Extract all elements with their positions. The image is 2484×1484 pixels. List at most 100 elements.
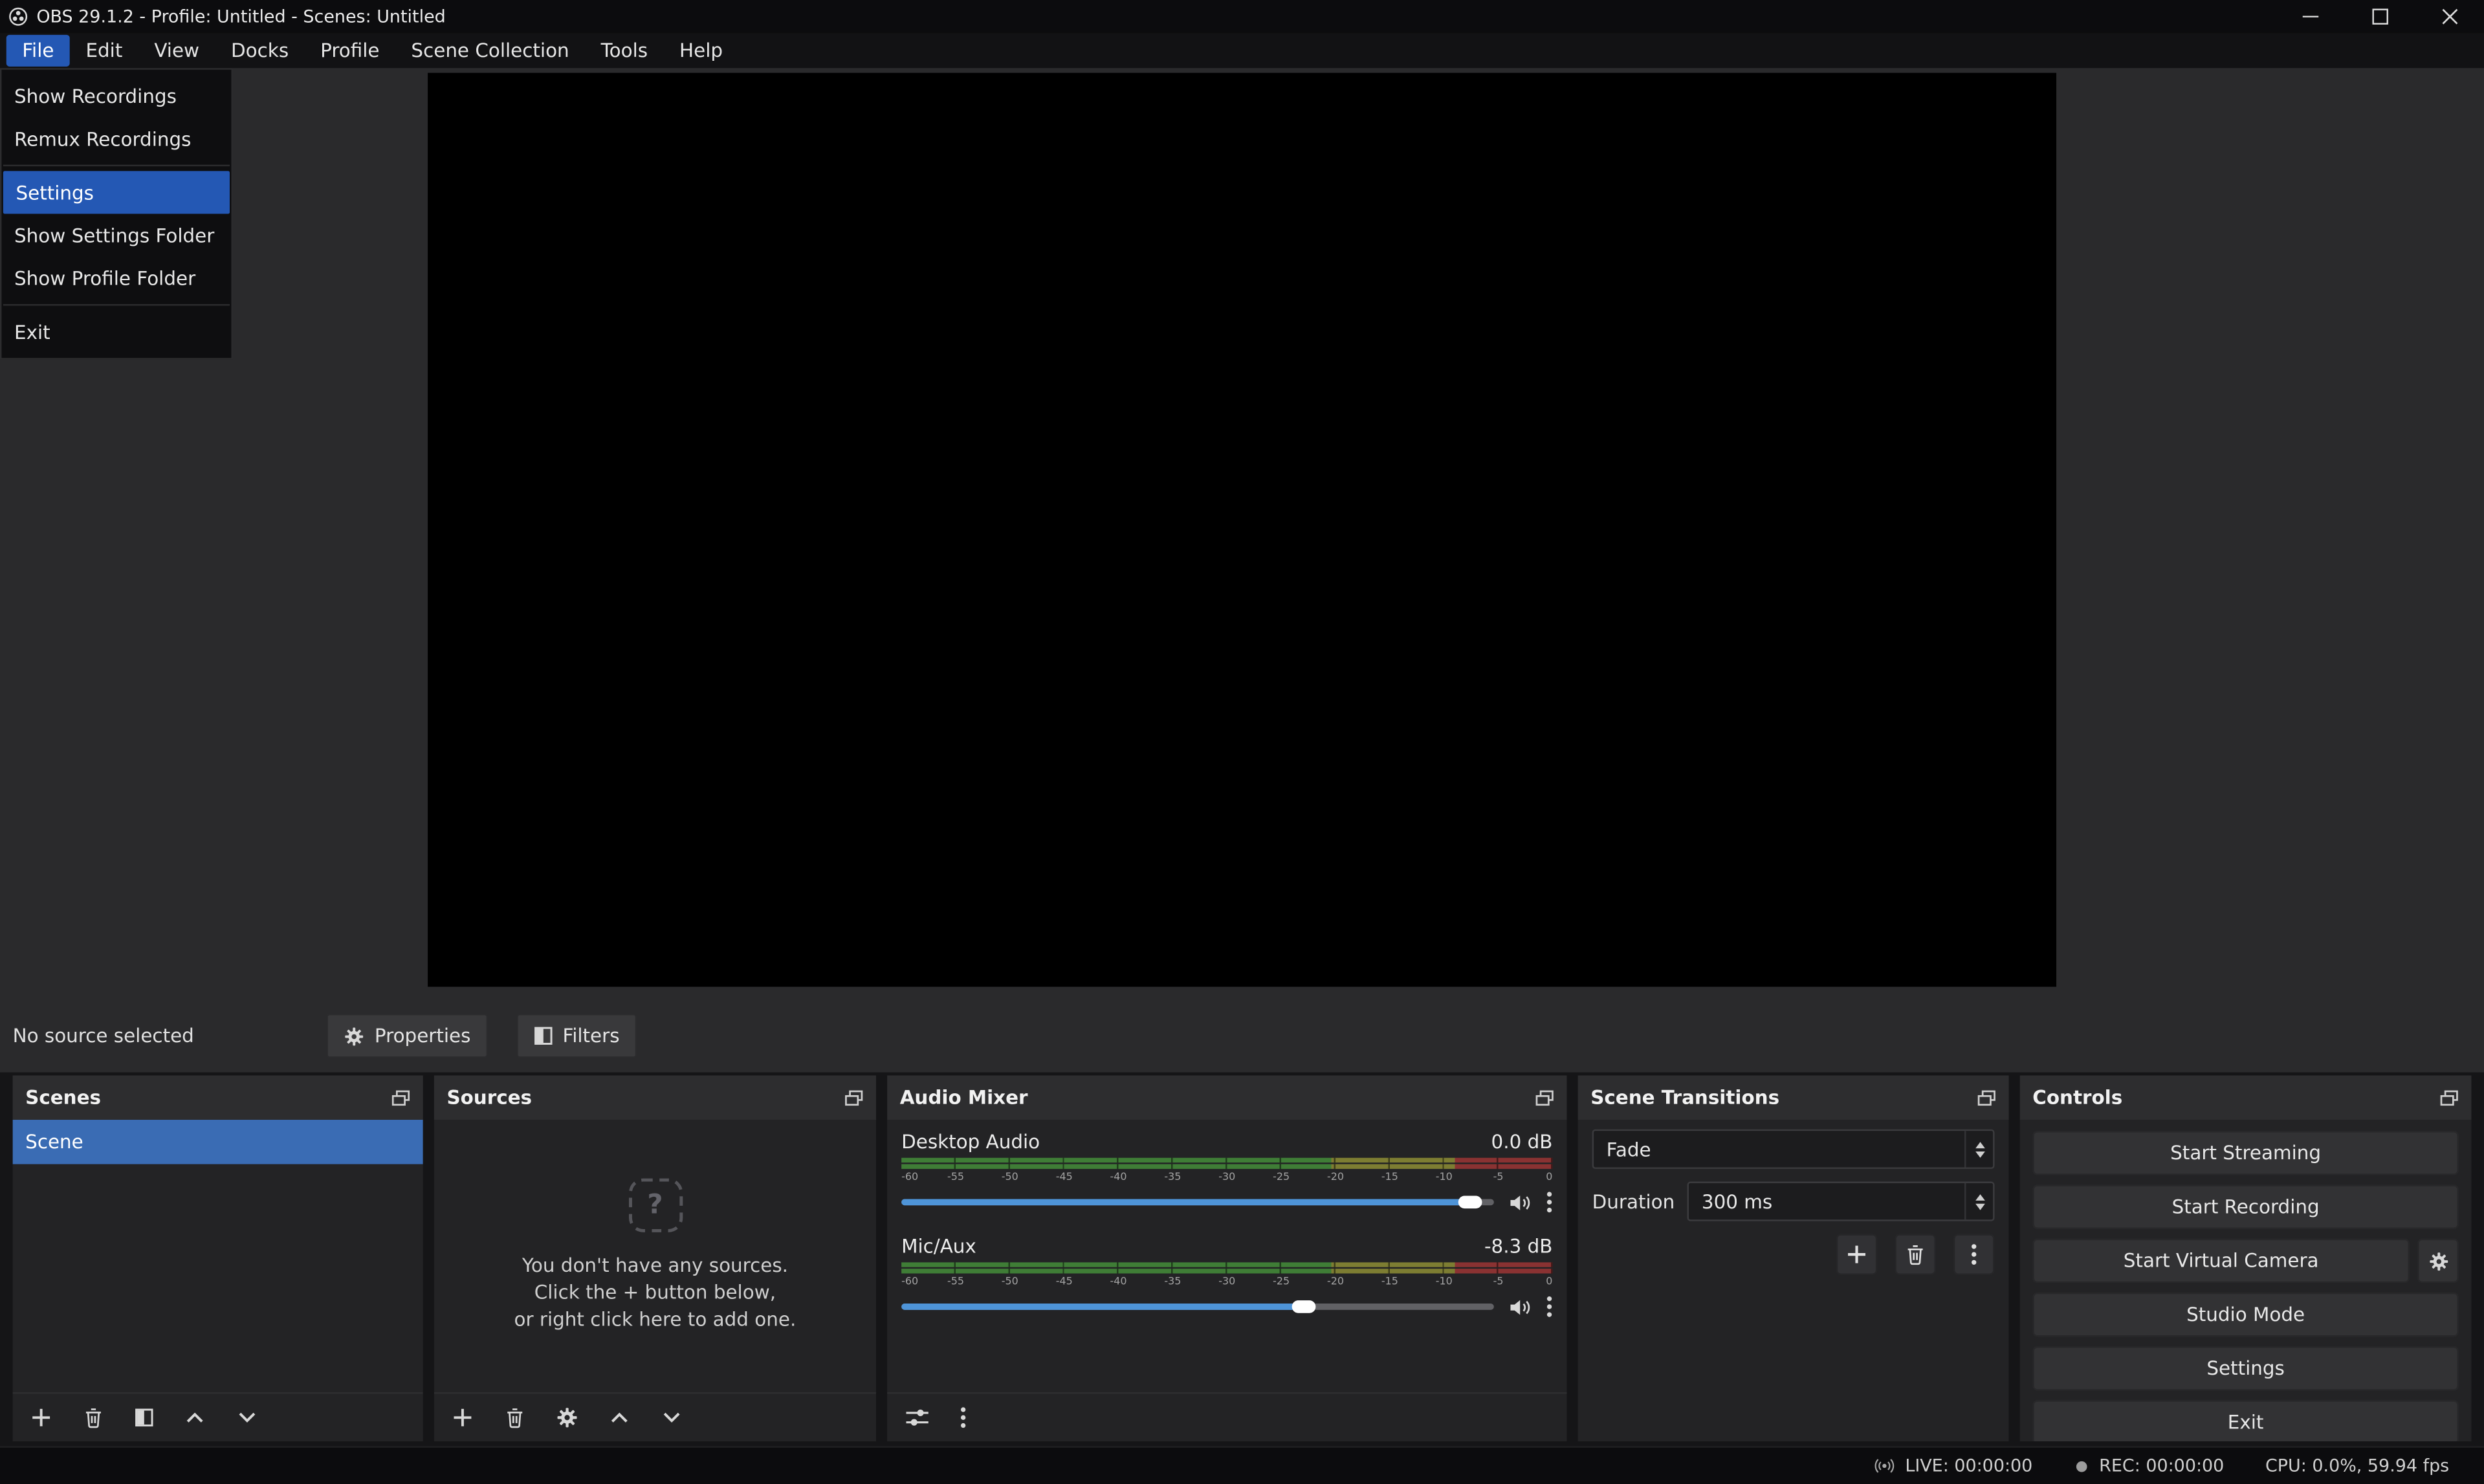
window-controls <box>2275 0 2484 33</box>
meter-tick-label: -20 <box>1327 1170 1344 1183</box>
scenes-panel-header[interactable]: Scenes <box>13 1075 423 1120</box>
file-menu-settings[interactable]: Settings <box>3 171 230 213</box>
meter-tick-label: -35 <box>1164 1275 1181 1288</box>
preview-canvas[interactable] <box>428 73 2056 987</box>
popout-icon[interactable] <box>391 1089 410 1106</box>
volume-slider[interactable] <box>901 1294 1494 1319</box>
audio-mixer-title: Audio Mixer <box>900 1087 1028 1109</box>
audio-mixer-panel-header[interactable]: Audio Mixer <box>887 1075 1566 1120</box>
sources-panel: Sources ? You don't have any sources. Cl… <box>434 1075 876 1441</box>
properties-button[interactable]: Properties <box>327 1014 488 1058</box>
meter-tick-label: -20 <box>1327 1275 1344 1288</box>
meter-tick-label: -25 <box>1273 1170 1290 1183</box>
mixer-channel-mic-aux: Mic/Aux -8.3 dB -60-55-50-45-40-35-30-25… <box>901 1236 1552 1320</box>
meter-tick-label: -5 <box>1493 1275 1504 1288</box>
exit-button[interactable]: Exit <box>2032 1400 2459 1441</box>
close-button[interactable] <box>2414 0 2484 33</box>
add-source-button[interactable] <box>452 1406 474 1428</box>
start-streaming-button[interactable]: Start Streaming <box>2032 1131 2459 1175</box>
file-menu-remux-recordings[interactable]: Remux Recordings <box>1 117 231 160</box>
filters-icon <box>534 1027 553 1045</box>
mute-speaker-button[interactable] <box>1508 1192 1532 1212</box>
meter-tick-label: -5 <box>1493 1170 1504 1183</box>
duration-value: 300 ms <box>1702 1190 1772 1212</box>
controls-panel: Controls Start Streaming Start Recording… <box>2020 1075 2472 1441</box>
settings-button[interactable]: Settings <box>2032 1346 2459 1391</box>
menu-file[interactable]: File <box>6 35 70 67</box>
move-scene-up-button[interactable] <box>184 1408 206 1427</box>
meter-scale: -60-55-50-45-40-35-30-25-20-15-10-50 <box>901 1275 1552 1289</box>
chevron-down-icon <box>1975 1151 1984 1157</box>
move-source-down-button[interactable] <box>661 1408 683 1427</box>
audio-mixer-panel: Audio Mixer Desktop Audio 0.0 dB <box>887 1075 1566 1441</box>
meter-tick-label: -35 <box>1164 1170 1181 1183</box>
meter-tick-label: -60 <box>901 1170 918 1183</box>
titlebar: OBS 29.1.2 - Profile: Untitled - Scenes:… <box>0 0 2484 33</box>
sources-list-area[interactable]: ? You don't have any sources. Click the … <box>434 1120 876 1441</box>
transition-select[interactable]: Fade <box>1592 1129 1995 1169</box>
add-scene-button[interactable] <box>30 1406 52 1428</box>
slider-handle[interactable] <box>1458 1196 1482 1209</box>
volume-slider[interactable] <box>901 1190 1494 1215</box>
spin-stepper[interactable] <box>1964 1183 1993 1219</box>
file-menu-show-settings-folder[interactable]: Show Settings Folder <box>1 214 231 257</box>
meter-tick-label: -55 <box>947 1170 964 1183</box>
live-timer: LIVE: 00:00:00 <box>1905 1456 2032 1476</box>
meter-tick-label: -55 <box>947 1275 964 1288</box>
mixer-options-kebab-button[interactable] <box>960 1406 967 1428</box>
start-virtual-camera-button[interactable]: Start Virtual Camera <box>2032 1239 2410 1283</box>
file-menu-show-profile-folder[interactable]: Show Profile Folder <box>1 257 231 300</box>
channel-db-value: -8.3 dB <box>1484 1236 1552 1258</box>
menu-docks[interactable]: Docks <box>215 35 305 67</box>
mute-speaker-button[interactable] <box>1508 1296 1532 1317</box>
source-properties-button[interactable] <box>556 1406 578 1428</box>
remove-scene-button[interactable] <box>82 1406 104 1428</box>
window-title: OBS 29.1.2 - Profile: Untitled - Scenes:… <box>36 6 445 27</box>
sources-toolbar <box>434 1392 876 1441</box>
advanced-audio-properties-icon[interactable] <box>905 1406 930 1428</box>
remove-source-button[interactable] <box>504 1406 526 1428</box>
menu-tools[interactable]: Tools <box>585 35 663 67</box>
file-menu-show-recordings[interactable]: Show Recordings <box>1 74 231 117</box>
sources-panel-header[interactable]: Sources <box>434 1075 876 1120</box>
duration-spinbox[interactable]: 300 ms <box>1687 1182 1995 1221</box>
menu-view[interactable]: View <box>138 35 215 67</box>
scene-transitions-panel-header[interactable]: Scene Transitions <box>1578 1075 2009 1120</box>
broadcast-icon <box>1872 1456 1896 1476</box>
menu-separator <box>3 165 230 166</box>
slider-handle[interactable] <box>1292 1300 1316 1313</box>
menu-help[interactable]: Help <box>664 35 739 67</box>
controls-panel-header[interactable]: Controls <box>2020 1075 2472 1120</box>
menu-scene-collection[interactable]: Scene Collection <box>395 35 585 67</box>
scenes-panel: Scenes Scene <box>13 1075 423 1441</box>
virtual-camera-config-button[interactable] <box>2417 1239 2459 1283</box>
scenes-title: Scenes <box>25 1087 101 1109</box>
popout-icon[interactable] <box>844 1089 863 1106</box>
filters-button[interactable]: Filters <box>516 1014 637 1058</box>
popout-icon[interactable] <box>1977 1089 1996 1106</box>
popout-icon[interactable] <box>2440 1089 2459 1106</box>
file-menu-exit[interactable]: Exit <box>1 311 231 353</box>
add-transition-button[interactable] <box>1836 1234 1878 1275</box>
start-recording-button[interactable]: Start Recording <box>2032 1184 2459 1229</box>
move-scene-down-button[interactable] <box>236 1408 258 1427</box>
live-status: LIVE: 00:00:00 <box>1872 1456 2032 1476</box>
scene-filters-button[interactable] <box>135 1408 153 1427</box>
channel-options-kebab-button[interactable] <box>1546 1296 1553 1318</box>
meter-tick-label: -30 <box>1218 1170 1235 1183</box>
menu-edit[interactable]: Edit <box>70 35 138 67</box>
minimize-button[interactable] <box>2275 0 2345 33</box>
remove-transition-button[interactable] <box>1895 1234 1936 1275</box>
mixer-channel-desktop-audio: Desktop Audio 0.0 dB -60-55-50-45-40-35-… <box>901 1131 1552 1215</box>
maximize-button[interactable] <box>2345 0 2415 33</box>
menu-profile[interactable]: Profile <box>305 35 395 67</box>
popout-icon[interactable] <box>1535 1089 1554 1106</box>
channel-options-kebab-button[interactable] <box>1546 1191 1553 1213</box>
chevron-up-icon <box>1975 1141 1984 1148</box>
meter-tick-label: -50 <box>1002 1170 1018 1183</box>
move-source-up-button[interactable] <box>608 1408 630 1427</box>
scene-list-item[interactable]: Scene <box>13 1120 423 1164</box>
transition-options-kebab-button[interactable] <box>1953 1234 1995 1275</box>
studio-mode-button[interactable]: Studio Mode <box>2032 1293 2459 1337</box>
combo-stepper[interactable] <box>1964 1131 1993 1167</box>
